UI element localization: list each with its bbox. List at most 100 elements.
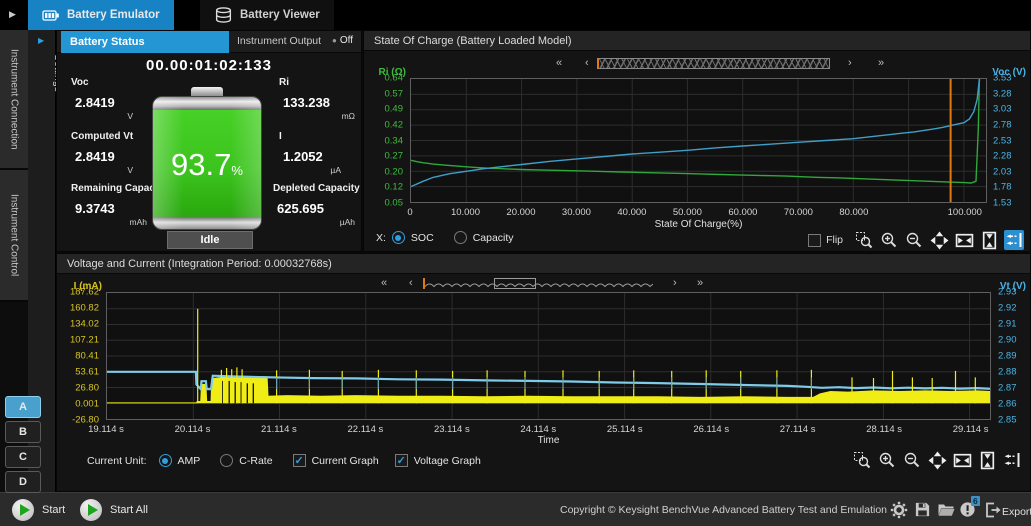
elapsed-time: 00.00:01:02:133	[57, 57, 361, 74]
soc-left-axis-ticks: 0.640.570.490.420.340.270.200.120.05	[364, 78, 406, 203]
vc-chart-plot[interactable]	[106, 292, 991, 420]
sidebar-item-instrument-control[interactable]: Instrument Control	[0, 170, 28, 302]
fit-horizontal-icon[interactable]	[954, 230, 974, 250]
vc-chart-toolbar	[852, 450, 1022, 470]
instrument-output-tab[interactable]: Instrument Output	[237, 35, 321, 47]
open-folder-icon[interactable]	[937, 501, 955, 523]
scroll-prev-icon[interactable]: ‹	[409, 278, 413, 289]
soc-scrollbar: « ‹ › »	[364, 58, 1031, 70]
soc-scroll-thumb[interactable]	[597, 58, 830, 69]
tab-label: Battery Emulator	[67, 9, 160, 21]
start-all-label: Start All	[110, 504, 148, 516]
soc-x-controls: X: SOC Capacity	[376, 231, 514, 244]
scroll-first-icon[interactable]: «	[556, 58, 562, 69]
output-state-indicator: ● Off	[332, 35, 353, 46]
radio-c-rate[interactable]	[220, 454, 233, 467]
channel-button-a[interactable]: A	[5, 396, 41, 418]
soc-percent: 93.7%	[153, 147, 261, 183]
stat-unit: V	[71, 111, 133, 121]
play-icon	[80, 499, 102, 521]
vc-scroll-window[interactable]	[494, 278, 536, 289]
battery-icon	[42, 7, 60, 24]
export-label[interactable]: Export	[1002, 506, 1031, 518]
battery-body: 93.7%	[152, 96, 262, 230]
scroll-next-icon[interactable]: ›	[673, 278, 677, 289]
current-unit-label: Current Unit:	[87, 455, 147, 467]
export-icon[interactable]	[984, 501, 1002, 524]
scroll-first-icon[interactable]: «	[381, 278, 387, 289]
battery-status-panel: Battery Status Instrument Output ● Off 0…	[56, 30, 362, 252]
channel-button-d[interactable]: D	[5, 471, 41, 493]
collapse-arrow-icon[interactable]: ▶	[9, 9, 16, 20]
flip-checkbox[interactable]	[808, 234, 821, 247]
vc-left-axis-ticks: 187.62160.82134.02107.2180.4153.6126.800…	[57, 292, 102, 420]
vc-panel-title: Voltage and Current (Integration Period:…	[57, 254, 1030, 274]
radio-c-rate-label: C-Rate	[239, 455, 272, 467]
scroll-next-icon[interactable]: ›	[848, 58, 852, 69]
tab-battery-emulator[interactable]: Battery Emulator	[28, 0, 174, 30]
scroll-prev-icon[interactable]: ‹	[585, 58, 589, 69]
radio-capacity-label: Capacity	[473, 232, 514, 244]
soc-x-axis-title: State Of Charge(%)	[410, 219, 987, 230]
save-icon[interactable]	[914, 501, 931, 523]
alert-count-badge: 6	[971, 496, 980, 506]
copyright-text: Copyright © Keysight BenchVue Advanced B…	[560, 504, 887, 516]
pan-icon[interactable]	[927, 450, 947, 470]
stat-label: Depleted Capacity	[273, 183, 369, 194]
channel-button-c[interactable]: C	[5, 446, 41, 468]
flip-label: Flip	[826, 234, 843, 246]
autoscroll-icon[interactable]	[1004, 230, 1024, 250]
zoom-out-icon[interactable]	[904, 230, 924, 250]
stat-value: 1.2052	[279, 149, 375, 164]
fit-horizontal-icon[interactable]	[952, 450, 972, 470]
channel-selector: A B C D	[5, 396, 43, 496]
start-label: Start	[42, 504, 65, 516]
vc-panel: Voltage and Current (Integration Period:…	[56, 253, 1031, 492]
sidebar-item-instrument-connection[interactable]: Instrument Connection	[0, 30, 28, 170]
zoom-out-icon[interactable]	[902, 450, 922, 470]
zoom-in-icon[interactable]	[877, 450, 897, 470]
start-button[interactable]: Start	[12, 499, 65, 521]
stat-value: 133.238	[279, 95, 375, 110]
radio-amp-label: AMP	[178, 455, 201, 467]
battery-cap	[191, 87, 223, 96]
channel-button-b[interactable]: B	[5, 421, 41, 443]
radio-amp[interactable]	[159, 454, 172, 467]
fit-vertical-icon[interactable]	[977, 450, 997, 470]
tab-battery-viewer[interactable]: Battery Viewer	[200, 0, 334, 30]
main-content: Battery Status Instrument Output ● Off 0…	[56, 30, 1031, 492]
emulator-state-badge: Idle	[167, 231, 253, 249]
start-all-button[interactable]: Start All	[80, 499, 148, 521]
box-zoom-icon[interactable]	[854, 230, 874, 250]
voltage-graph-checkbox[interactable]: ✓	[395, 454, 408, 467]
scroll-last-icon[interactable]: »	[878, 58, 884, 69]
soc-right-axis-ticks: 3.533.283.032.782.532.282.031.781.53	[990, 78, 1030, 203]
stat-label: I	[279, 131, 375, 142]
stat-unit: mAh	[71, 217, 147, 227]
current-graph-checkbox[interactable]: ✓	[293, 454, 306, 467]
stat-value: 625.695	[273, 201, 369, 216]
settings-expand-icon[interactable]: ▶	[38, 36, 44, 45]
radio-capacity[interactable]	[454, 231, 467, 244]
x-prefix-label: X:	[376, 232, 386, 244]
play-icon	[12, 499, 34, 521]
settings-gear-icon[interactable]	[890, 501, 908, 524]
voltage-graph-label: Voltage Graph	[414, 455, 481, 467]
battery-stack-icon	[214, 6, 233, 25]
autoscroll-icon[interactable]	[1002, 450, 1022, 470]
soc-chart-plot[interactable]	[410, 78, 987, 203]
scroll-last-icon[interactable]: »	[697, 278, 703, 289]
zoom-in-icon[interactable]	[879, 230, 899, 250]
soc-x-axis-ticks: 010.00020.00030.00040.00050.00060.00070.…	[410, 207, 987, 218]
vc-right-axis-ticks: 2.932.922.912.902.892.882.872.862.85	[995, 292, 1031, 420]
stat-current: I 1.2052 µA	[279, 131, 375, 175]
box-zoom-icon[interactable]	[852, 450, 872, 470]
pan-icon[interactable]	[929, 230, 949, 250]
vc-scroll-preview[interactable]	[425, 278, 653, 289]
vc-scrollbar: « ‹ › »	[57, 278, 1031, 290]
soc-panel: State Of Charge (Battery Loaded Model) «…	[363, 30, 1031, 252]
fit-vertical-icon[interactable]	[979, 230, 999, 250]
battery-status-tab[interactable]: Battery Status	[61, 31, 229, 53]
radio-soc[interactable]	[392, 231, 405, 244]
output-state-label: Off	[340, 35, 353, 46]
